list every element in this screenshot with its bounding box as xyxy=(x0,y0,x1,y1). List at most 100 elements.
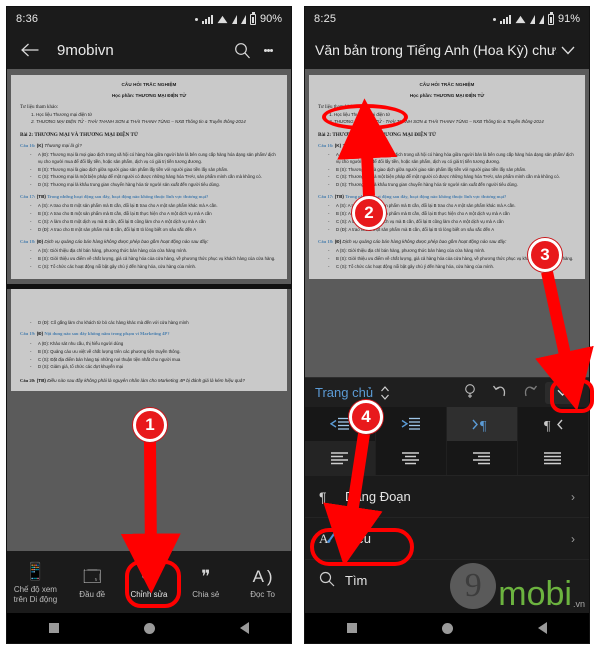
signal-icon-sim2 xyxy=(538,14,544,24)
bottom-nav-mobile-view[interactable]: 📱 Chế độ xem trên Di động xyxy=(7,560,64,605)
align-right-icon[interactable] xyxy=(447,441,518,475)
option-list: A (Đ): Thương mại là mọi giao dịch trong… xyxy=(30,152,278,189)
ribbon-tab-home[interactable]: Trang chủ xyxy=(315,385,373,400)
home-icon[interactable] xyxy=(441,622,453,634)
back-arrow-icon[interactable] xyxy=(17,37,43,63)
document-page-2: D (Đ): Cố gắng làm cho khách từ bỏ các h… xyxy=(11,288,287,392)
ltr-paragraph-icon[interactable]: ¶ xyxy=(447,407,518,441)
paragraph-format-label: Dạng Đoạn xyxy=(345,489,411,504)
svg-text:¶: ¶ xyxy=(480,419,487,432)
recents-icon[interactable] xyxy=(347,623,358,633)
question-number: Câu 20: xyxy=(20,377,36,383)
battery-percent: 91% xyxy=(557,13,580,25)
list-item: A (Đ): Thương mại là mọi giao dịch trong… xyxy=(328,152,576,165)
question-answer-key: (K) xyxy=(36,142,44,148)
question-answer-key: (Đ) xyxy=(36,331,44,337)
page-title: 9mobivn xyxy=(57,41,114,59)
mobile-view-icon: 📱 xyxy=(24,561,46,581)
read-aloud-icon: A ) xyxy=(252,566,273,586)
android-nav-bar xyxy=(7,613,291,643)
question-number: Câu 18: xyxy=(20,238,36,244)
option-list: A (Đ): Khảo sát nhu cầu, thị hiếu người … xyxy=(30,341,278,372)
doc-section-heading: Bài 2: THƯƠNG MẠI VÀ THƯƠNG MẠI ĐIỆN TỬ xyxy=(20,131,139,138)
bottom-nav-label: Đọc To xyxy=(250,589,275,599)
redo-icon[interactable] xyxy=(515,384,545,401)
question-number: Câu 18: xyxy=(318,238,334,244)
list-item: D (S): Giảm giá, tổ chức các đợt khuyến … xyxy=(30,364,278,371)
question-line: Câu 17: (TB) Trong những hoạt động sau đ… xyxy=(20,194,278,200)
alignment-row xyxy=(305,441,589,475)
annotation-marker-2: 2 xyxy=(352,196,386,230)
search-icon xyxy=(319,571,345,590)
list-item: A (S): A trao cho B một sản phẩm mà B cầ… xyxy=(30,203,278,210)
doc-ref-heading: Tư liệu tham khảo: xyxy=(20,105,59,110)
bottom-nav-share[interactable]: ❞ Chia sẻ xyxy=(177,565,234,600)
align-justify-icon[interactable] xyxy=(518,441,589,475)
bottom-nav-heading[interactable]: 🗔 Đầu đề xyxy=(64,565,121,600)
signal-icon-sim2 xyxy=(240,14,246,24)
list-item: A (Đ): Khảo sát nhu cầu, thị hiếu người … xyxy=(30,341,278,348)
question-text: Điều nào sau đây không phải là nguyên nh… xyxy=(47,377,245,383)
option-list: A (S): A trao cho B một sản phẩm mà B cầ… xyxy=(30,203,278,234)
bottom-nav-read-aloud[interactable]: A ) Đọc To xyxy=(234,565,291,600)
overflow-menu-icon[interactable] xyxy=(255,37,281,63)
network-activity-icon xyxy=(201,14,213,24)
network-activity-icon xyxy=(499,14,511,24)
align-center-icon[interactable] xyxy=(376,441,447,475)
list-item: B (S): A trao cho B một sản phẩm mà B cầ… xyxy=(30,211,278,218)
back-nav-icon[interactable] xyxy=(239,622,249,634)
indent-row: ¶ ¶ xyxy=(305,407,589,441)
battery-icon xyxy=(249,11,256,25)
question-text: Thương mại là gì? xyxy=(342,142,380,148)
left-app-bar: 9mobivn xyxy=(7,31,291,69)
home-icon[interactable] xyxy=(143,622,155,634)
battery-percent: 90% xyxy=(259,13,282,25)
document-page-1: CÂU HỎI TRẮC NGHIỆM Học phần: THƯƠNG MẠI… xyxy=(11,75,287,279)
status-time: 8:25 xyxy=(314,13,337,25)
question-number: Câu 16: xyxy=(318,142,334,148)
question-answer-key: (Đ) xyxy=(36,238,44,244)
android-nav-bar xyxy=(305,613,589,643)
question-number: Câu 17: xyxy=(20,193,36,199)
highlight-oval-reference-heading xyxy=(322,104,408,130)
left-status-bar: 8:36 90% xyxy=(7,7,291,31)
list-item: B (S): Quảng cáo ưu việt về chất lượng t… xyxy=(30,349,278,356)
status-time: 8:36 xyxy=(16,13,39,25)
undo-icon[interactable] xyxy=(485,384,515,401)
lightbulb-idea-icon[interactable] xyxy=(455,383,485,402)
question-text: Dịch vụ quảng cáo bán hàng không được ph… xyxy=(342,238,507,244)
option-list: A (Đ): Thương mại là mọi giao dịch trong… xyxy=(328,152,576,189)
list-item: B (S): Thương mại là giao dịch giữa ngườ… xyxy=(328,167,576,174)
left-screenshot-panel: 8:36 90% 9mobivn CÂU HỎI TRẮC NGHIỆM Học… xyxy=(0,0,298,650)
highlight-oval-styles-row xyxy=(310,528,414,566)
option-list: D (Đ): Cố gắng làm cho khách từ bỏ các h… xyxy=(30,320,278,327)
notification-dot-icon xyxy=(492,17,496,21)
recents-icon[interactable] xyxy=(49,623,60,633)
doc-subtitle: Học phần: THƯƠNG MẠI ĐIỆN TỬ xyxy=(111,93,187,98)
list-item: C (S): Tổ chức các hoạt động nổi bật gây… xyxy=(30,264,278,271)
watermark-text: mobi xyxy=(498,575,572,614)
status-icons: 90% xyxy=(194,11,282,25)
svg-text:¶: ¶ xyxy=(544,419,551,432)
list-item: Học liệu Thương mại điện tử xyxy=(36,112,278,118)
list-item: B (S): Giới thiệu ưu điểm về chất lượng,… xyxy=(30,256,278,263)
question-answer-key: (TB) xyxy=(334,193,344,199)
right-status-bar: 8:25 91% xyxy=(305,7,589,31)
left-document-viewer[interactable]: CÂU HỎI TRẮC NGHIỆM Học phần: THƯƠNG MẠI… xyxy=(7,69,291,593)
search-icon[interactable] xyxy=(229,37,255,63)
chevron-down-icon[interactable] xyxy=(557,37,579,63)
list-item: C (S): Đặt địa điểm bán hàng tại những n… xyxy=(30,357,278,364)
chevron-right-icon: › xyxy=(571,531,575,546)
list-item: B (S): Thương mại là giao dịch giữa ngườ… xyxy=(30,167,278,174)
left-phone-frame: 8:36 90% 9mobivn CÂU HỎI TRẮC NGHIỆM Học… xyxy=(6,6,292,644)
paragraph-format-row[interactable]: ¶ Dạng Đoạn › xyxy=(305,475,589,517)
watermark-9mobi-logo: 9 mobi .vn xyxy=(450,563,585,614)
increase-indent-icon[interactable] xyxy=(376,407,447,441)
chevron-up-down-icon[interactable] xyxy=(380,385,390,401)
doc-subtitle: Học phần: THƯƠNG MẠI ĐIỆN TỬ xyxy=(409,93,485,98)
align-left-icon[interactable] xyxy=(305,441,376,475)
back-nav-icon[interactable] xyxy=(537,622,547,634)
bottom-nav-label: Đầu đề xyxy=(79,589,106,599)
question-answer-key: (TB) xyxy=(36,193,46,199)
signal-icon-sim1 xyxy=(231,14,237,24)
